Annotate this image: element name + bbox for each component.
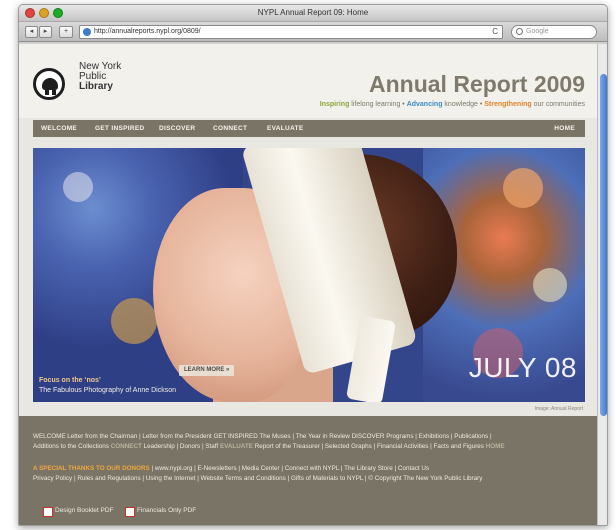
decor-dot	[63, 172, 93, 202]
browser-toolbar: ◂ ▸ + http://annualreports.nypl.org/0809…	[19, 22, 607, 42]
footer-links-line[interactable]: A SPECIAL THANKS TO OUR DONORS | www.nyp…	[33, 464, 429, 473]
photo-credit: Image: Annual Report	[534, 406, 583, 412]
tagline-part1: lifelong learning •	[349, 101, 407, 108]
search-icon	[516, 28, 523, 35]
search-placeholder: Google	[526, 28, 549, 35]
nav-get-inspired[interactable]: GET INSPIRED	[95, 125, 144, 132]
caption-text: The Fabulous Photography of Anne Dickson	[39, 387, 176, 394]
window-titlebar: NYPL Annual Report 09: Home	[19, 5, 607, 22]
footer-evaluate[interactable]: EVALUATE	[220, 443, 253, 450]
scrollbar-thumb[interactable]	[600, 74, 607, 416]
page-viewport: New York Public Library Annual Report 20…	[19, 44, 597, 525]
nav-discover[interactable]: DISCOVER	[159, 125, 195, 132]
footer-sitemap-line1[interactable]: WELCOME Letter from the Chairman | Lette…	[33, 432, 492, 441]
decor-dot	[111, 298, 157, 344]
nypl-lion-logo-icon[interactable]	[33, 68, 65, 100]
library-name[interactable]: New York Public Library	[79, 62, 121, 92]
nav-connect[interactable]: CONNECT	[213, 125, 247, 132]
tagline-inspiring: Inspiring	[319, 101, 350, 108]
report-title: Annual Report 2009	[369, 71, 585, 97]
nav-welcome[interactable]: WELCOME	[41, 125, 77, 132]
window-title: NYPL Annual Report 09: Home	[257, 8, 369, 17]
back-button[interactable]: ◂	[25, 26, 38, 38]
nav-evaluate[interactable]: EVALUATE	[267, 125, 303, 132]
hero-photo[interactable]: LEARN MORE » Focus on the ‘nos’ The Fabu…	[33, 148, 585, 402]
decor-dot	[533, 268, 567, 302]
footer-home[interactable]: HOME	[486, 443, 505, 450]
search-input[interactable]: Google	[511, 25, 597, 39]
tagline-part2: knowledge •	[442, 101, 485, 108]
nav-home[interactable]: HOME	[554, 125, 575, 132]
caption-title: Focus on the ‘nos’	[39, 377, 101, 384]
tagline-strengthening: Strengthening	[484, 101, 532, 108]
footer-additions[interactable]: Additions to the Collections	[33, 443, 109, 450]
reload-icon[interactable]: C	[492, 26, 498, 38]
footer-treasurer[interactable]: Report of the Treasurer | Selected Graph…	[255, 443, 484, 450]
page-header: New York Public Library Annual Report 20…	[19, 44, 597, 118]
hero-caption: Focus on the ‘nos’ The Fabulous Photogra…	[39, 376, 239, 396]
footer-legal-links[interactable]: Privacy Policy | Rules and Regulations |…	[33, 474, 482, 483]
special-thanks-link[interactable]: A SPECIAL THANKS TO OUR DONORS	[33, 465, 150, 472]
footer-sitemap-line2[interactable]: Additions to the Collections CONNECT Lea…	[33, 442, 505, 451]
learn-more-button[interactable]: LEARN MORE »	[179, 365, 235, 376]
url-text: http://annualreports.nypl.org/0809/	[94, 28, 201, 35]
footer-leadership[interactable]: Leadership | Donors | Staff	[144, 443, 219, 450]
vertical-scrollbar[interactable]	[597, 44, 607, 525]
site-icon	[83, 28, 91, 36]
decor-dot	[503, 168, 543, 208]
forward-button[interactable]: ▸	[39, 26, 52, 38]
footer-utility-links[interactable]: | www.nypl.org | E-Newsletters | Media C…	[150, 465, 429, 472]
tagline: Inspiring lifelong learning • Advancing …	[320, 101, 585, 108]
browser-window: NYPL Annual Report 09: Home ◂ ▸ + http:/…	[18, 4, 608, 526]
library-name-line3: Library	[79, 81, 113, 92]
add-bookmark-button[interactable]: +	[59, 26, 73, 38]
hero-date: JULY 08	[468, 352, 577, 383]
address-bar[interactable]: http://annualreports.nypl.org/0809/ C	[79, 25, 503, 39]
tagline-part3: our communities	[531, 101, 585, 108]
page-footer: WELCOME Letter from the Chairman | Lette…	[19, 416, 597, 525]
main-nav: WELCOME GET INSPIRED DISCOVER CONNECT EV…	[33, 120, 585, 137]
tagline-advancing: Advancing	[406, 101, 443, 108]
financials-pdf-link[interactable]: Financials Only PDF	[125, 506, 196, 517]
design-booklet-pdf-link[interactable]: Design Booklet PDF	[43, 506, 114, 517]
footer-connect[interactable]: CONNECT	[111, 443, 142, 450]
